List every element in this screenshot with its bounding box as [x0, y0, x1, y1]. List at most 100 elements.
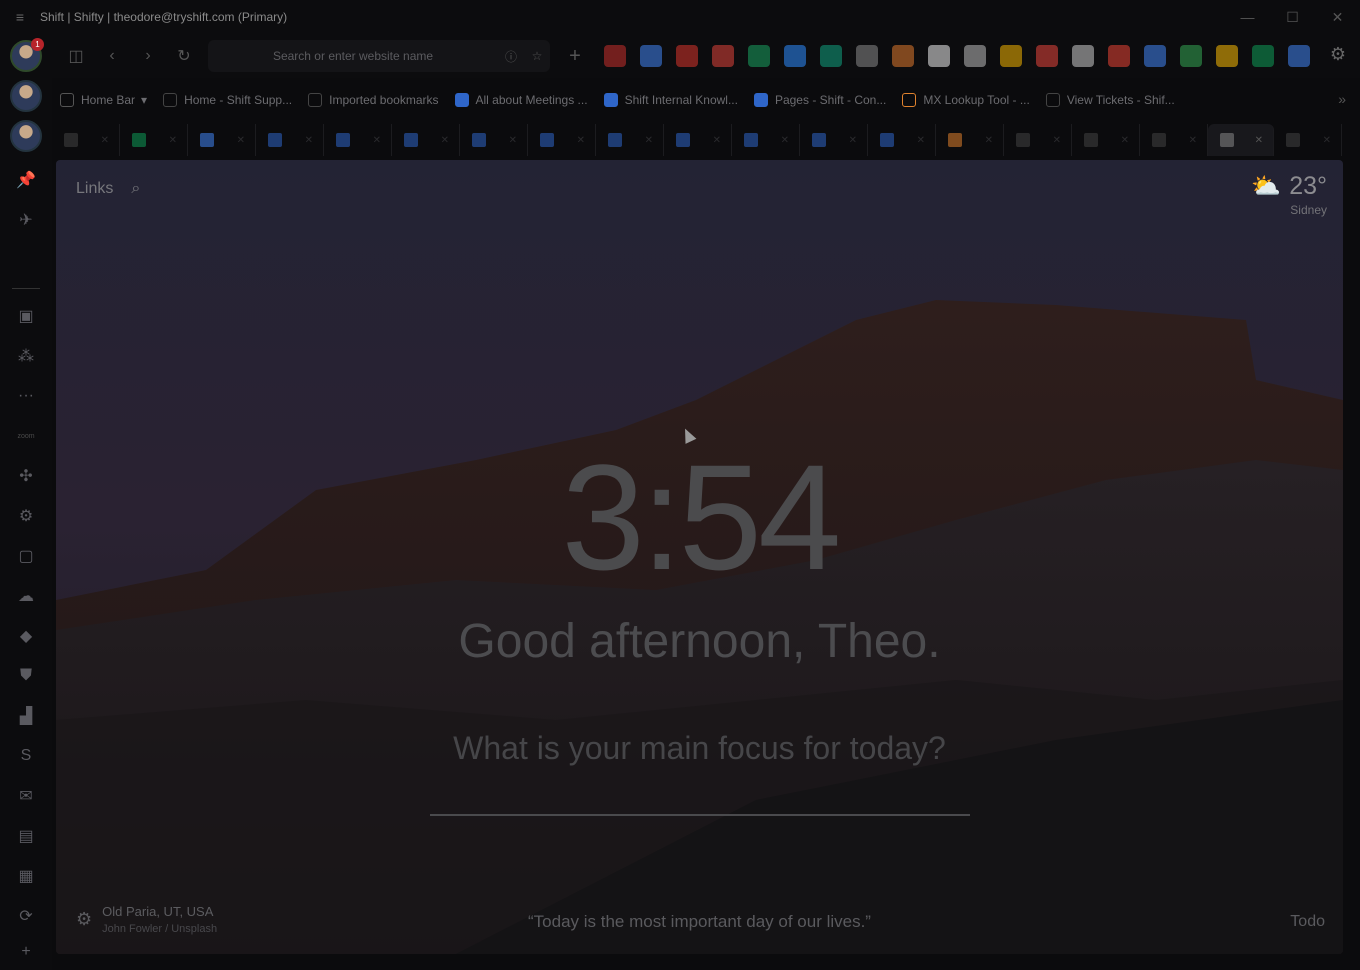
browser-tab[interactable]: ✕	[596, 124, 664, 156]
app-chrome-icon[interactable]	[1000, 45, 1022, 67]
browser-tab[interactable]: ✕	[188, 124, 256, 156]
browser-tab[interactable]: ✕	[936, 124, 1004, 156]
cloud-icon[interactable]: ☁	[10, 580, 42, 612]
links-menu[interactable]: Links ⌕	[76, 180, 140, 198]
bookmark-item[interactable]: MX Lookup Tool - ...	[894, 86, 1038, 114]
browser-tab[interactable]: ✕	[1140, 124, 1208, 156]
app-red-square-icon[interactable]	[1036, 45, 1058, 67]
sidebar-toggle-icon[interactable]: ◫	[58, 40, 94, 72]
browser-tab[interactable]: ✕	[732, 124, 800, 156]
close-tab-icon[interactable]: ✕	[509, 135, 517, 146]
doc-icon[interactable]: ▤	[10, 820, 42, 852]
add-app-icon[interactable]: +	[10, 936, 42, 968]
bookmark-item[interactable]: Imported bookmarks	[300, 86, 446, 114]
close-tab-icon[interactable]: ✕	[305, 135, 313, 146]
bookmark-item[interactable]: Shift Internal Knowl...	[596, 86, 746, 114]
close-tab-icon[interactable]: ✕	[917, 135, 925, 146]
chart-icon[interactable]: ▟	[10, 700, 42, 732]
close-tab-icon[interactable]: ✕	[1255, 135, 1263, 146]
hubspot-icon[interactable]: ⚙	[10, 500, 42, 532]
s-logo-icon[interactable]: S	[10, 740, 42, 772]
app-red-icon[interactable]	[604, 45, 626, 67]
chevron-down-icon[interactable]: ▾	[141, 93, 147, 107]
close-tab-icon[interactable]: ✕	[373, 135, 381, 146]
reload-button[interactable]: ↻	[166, 40, 202, 72]
app-pen-icon[interactable]	[892, 45, 914, 67]
minimize-button[interactable]: —	[1225, 0, 1270, 34]
slack-icon[interactable]: ✣	[10, 460, 42, 492]
app-layers-icon[interactable]	[1072, 45, 1094, 67]
search-icon[interactable]: ⌕	[131, 180, 140, 198]
browser-tab[interactable]: ✕	[324, 124, 392, 156]
diamond-icon[interactable]: ◆	[10, 620, 42, 652]
account-avatar-secondary[interactable]	[10, 80, 42, 112]
bookmark-item[interactable]: Pages - Shift - Con...	[746, 86, 894, 114]
close-tab-icon[interactable]: ✕	[1323, 135, 1331, 146]
close-window-button[interactable]: ✕	[1315, 0, 1360, 34]
close-tab-icon[interactable]: ✕	[713, 135, 721, 146]
app-calendar-icon[interactable]	[1144, 45, 1166, 67]
address-input[interactable]	[208, 49, 498, 63]
settings-gear-icon[interactable]: ⚙	[1330, 44, 1346, 65]
browser-tab[interactable]: ✕	[120, 124, 188, 156]
browser-tab[interactable]: ✕	[256, 124, 324, 156]
more-bookmarks-icon[interactable]: »	[1338, 91, 1346, 107]
bookmark-item[interactable]: Home - Shift Supp...	[155, 86, 300, 114]
sync-icon[interactable]: ⟳	[10, 900, 42, 932]
app-office-icon[interactable]	[676, 45, 698, 67]
browser-tab[interactable]: ✕	[392, 124, 460, 156]
mail-icon[interactable]: ✉	[10, 780, 42, 812]
calendar-icon[interactable]: ▣	[10, 300, 42, 332]
close-tab-icon[interactable]: ✕	[101, 135, 109, 146]
sheet-icon[interactable]: ▦	[10, 860, 42, 892]
app-mail-icon[interactable]	[964, 45, 986, 67]
app-green-circle-icon[interactable]	[748, 45, 770, 67]
browser-tab[interactable]: ✕	[1274, 124, 1342, 156]
browser-tab[interactable]: ✕	[1004, 124, 1072, 156]
app-drive-icon[interactable]	[1180, 45, 1202, 67]
close-tab-icon[interactable]: ✕	[169, 135, 177, 146]
square-icon[interactable]: ▢	[10, 540, 42, 572]
close-tab-icon[interactable]: ✕	[781, 135, 789, 146]
browser-tab[interactable]: ✕	[664, 124, 732, 156]
close-tab-icon[interactable]: ✕	[985, 135, 993, 146]
close-tab-icon[interactable]: ✕	[1189, 135, 1197, 146]
people-icon[interactable]: ⁂	[10, 340, 42, 372]
pin-icon[interactable]: 📌	[10, 164, 42, 196]
todo-button[interactable]: Todo	[1290, 913, 1325, 931]
account-avatar[interactable]: 1	[10, 38, 44, 72]
app-sheets-icon[interactable]	[1252, 45, 1274, 67]
app-zoom-icon[interactable]	[784, 45, 806, 67]
close-tab-icon[interactable]: ✕	[577, 135, 585, 146]
site-info-icon[interactable]: ⓘ	[498, 48, 524, 65]
browser-tab[interactable]: ✕	[528, 124, 596, 156]
app-multi-icon[interactable]	[640, 45, 662, 67]
app-keep-icon[interactable]	[1216, 45, 1238, 67]
close-tab-icon[interactable]: ✕	[645, 135, 653, 146]
rocket-icon[interactable]: ✈	[10, 204, 42, 236]
forward-button[interactable]: ›	[130, 40, 166, 72]
app-bottle-icon[interactable]	[928, 45, 950, 67]
bookmark-star-icon[interactable]: ☆	[524, 49, 550, 63]
close-tab-icon[interactable]: ✕	[441, 135, 449, 146]
bookmark-item[interactable]: View Tickets - Shif...	[1038, 86, 1183, 114]
browser-tab[interactable]: ✕	[1072, 124, 1140, 156]
account-avatar-tertiary[interactable]	[10, 120, 42, 152]
browser-tab[interactable]: ✕	[800, 124, 868, 156]
new-tab-button[interactable]: +	[564, 40, 586, 72]
close-tab-icon[interactable]: ✕	[1121, 135, 1129, 146]
close-tab-icon[interactable]: ✕	[237, 135, 245, 146]
app-docs-icon[interactable]	[1288, 45, 1310, 67]
bookmark-item[interactable]: All about Meetings ...	[447, 86, 596, 114]
back-button[interactable]: ‹	[94, 40, 130, 72]
app-m-icon[interactable]	[820, 45, 842, 67]
weather-widget[interactable]: ⛅ 23° Sidney	[1251, 172, 1327, 217]
browser-tab[interactable]: ✕	[868, 124, 936, 156]
close-tab-icon[interactable]: ✕	[849, 135, 857, 146]
maximize-button[interactable]: ☐	[1270, 0, 1315, 34]
close-tab-icon[interactable]: ✕	[1053, 135, 1061, 146]
zoom-label[interactable]: zoom	[10, 420, 42, 452]
shield-icon[interactable]: ⛊	[10, 660, 42, 692]
hamburger-menu-icon[interactable]: ≡	[0, 9, 40, 25]
app-stack-icon[interactable]	[712, 45, 734, 67]
